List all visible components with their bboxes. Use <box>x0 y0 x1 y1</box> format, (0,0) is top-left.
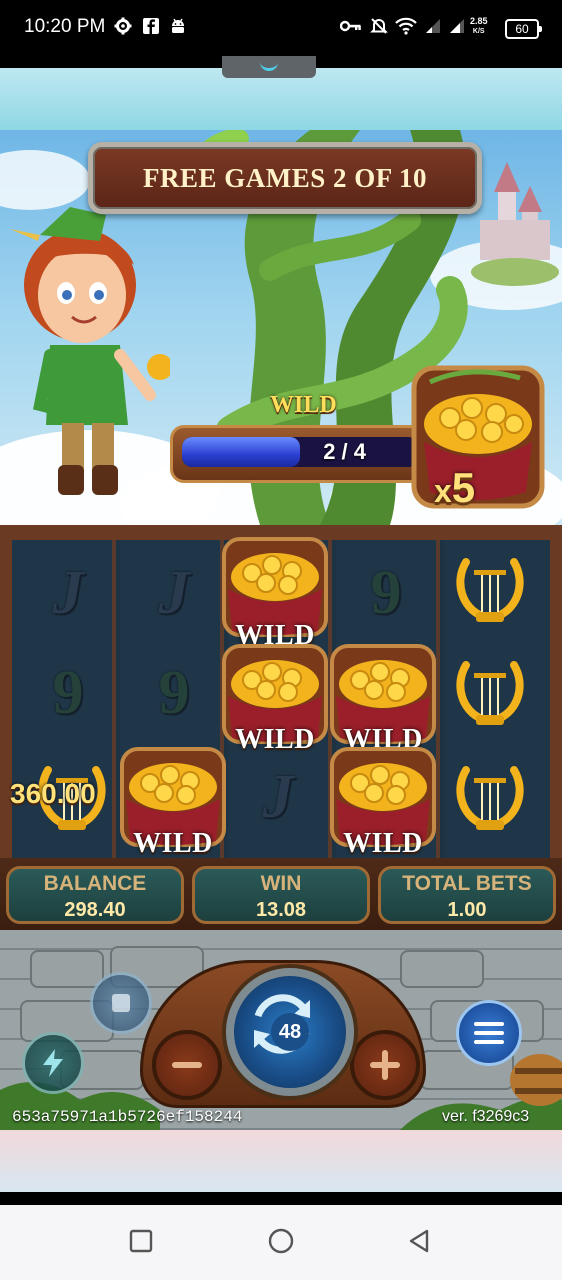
facebook-icon <box>140 15 162 37</box>
menu-icon <box>474 1022 504 1044</box>
back-button[interactable] <box>404 1226 434 1256</box>
symbol-nine: 9 <box>158 659 190 727</box>
increase-bet-button[interactable] <box>350 1030 420 1100</box>
back-triangle-icon <box>409 1229 429 1253</box>
circle-icon <box>268 1228 294 1254</box>
win-value: 13.08 <box>255 899 307 921</box>
lyre-symbol-icon <box>456 661 524 725</box>
balance-value: 298.40 <box>64 899 126 921</box>
lyre-symbol-icon <box>456 558 524 622</box>
spin-button[interactable]: 48 <box>226 968 354 1096</box>
jack-character-illustration <box>10 207 170 495</box>
wild-label: WILD <box>235 724 315 755</box>
symbol-nine: 9 <box>370 559 402 627</box>
total-bets-value: 1.00 <box>447 899 487 921</box>
decrease-bet-button[interactable] <box>152 1030 222 1100</box>
key-icon <box>340 15 362 37</box>
stop-icon <box>112 994 130 1012</box>
bottom-sky-strip <box>0 1130 562 1192</box>
wild-progress-value: 2 / 4 <box>323 439 366 464</box>
free-games-text: FREE GAMES 2 OF 10 <box>142 162 427 193</box>
balance-panel: BALANCE 298.40 <box>6 866 184 924</box>
signal-icon <box>422 15 444 37</box>
wild-label: WILD <box>133 828 213 859</box>
multiplier-badge: x5 <box>434 464 476 511</box>
recents-button[interactable] <box>126 1226 156 1256</box>
status-bar: 10:20 PM 2.85 K/S 60 <box>0 0 562 58</box>
home-button[interactable] <box>266 1226 296 1256</box>
win-panel: WIN 13.08 <box>192 866 370 924</box>
wild-progress-track: 2 / 4 <box>182 437 418 467</box>
line-win-amount: 360.00 <box>10 778 96 809</box>
total-bets-label: TOTAL BETS <box>402 872 532 895</box>
network-speed: 2.85 K/S <box>470 16 488 36</box>
balance-label: BALANCE <box>43 872 147 895</box>
free-games-banner: FREE GAMES 2 OF 10 <box>88 142 482 214</box>
square-icon <box>129 1229 153 1253</box>
stop-button[interactable] <box>90 972 152 1034</box>
symbol-j: J <box>158 559 190 627</box>
pull-down-tab[interactable] <box>222 56 316 78</box>
plus-icon <box>370 1050 400 1080</box>
version-label: ver. f3269c3 <box>442 1108 530 1125</box>
wild-meter-label: WILD <box>270 392 337 418</box>
lyre-symbol-icon <box>456 766 524 830</box>
wild-label: WILD <box>343 828 423 859</box>
menu-button[interactable] <box>456 1000 522 1066</box>
battery-indicator: 60 <box>505 19 542 39</box>
gear-icon <box>112 15 134 37</box>
clock: 10:20 PM <box>24 16 106 37</box>
signal-icon <box>446 15 468 37</box>
auto-spin-count: 48 <box>271 1013 309 1051</box>
android-icon <box>167 15 189 37</box>
win-label: WIN <box>260 872 302 895</box>
chevron-down-icon <box>260 62 278 71</box>
wifi-icon <box>395 15 417 37</box>
session-id: 653a75971a1b5726ef158244 <box>12 1108 243 1126</box>
symbol-j: J <box>262 763 294 831</box>
minus-icon <box>172 1062 202 1068</box>
wild-progress-meter: 2 / 4 <box>170 425 432 483</box>
turbo-button[interactable] <box>22 1032 84 1094</box>
bell-off-icon <box>368 15 390 37</box>
symbol-j: J <box>52 559 84 627</box>
symbol-nine: 9 <box>52 659 84 727</box>
total-bets-panel: TOTAL BETS 1.00 <box>378 866 556 924</box>
gold-pot-badge-icon <box>411 365 545 509</box>
lightning-icon <box>43 1049 63 1077</box>
